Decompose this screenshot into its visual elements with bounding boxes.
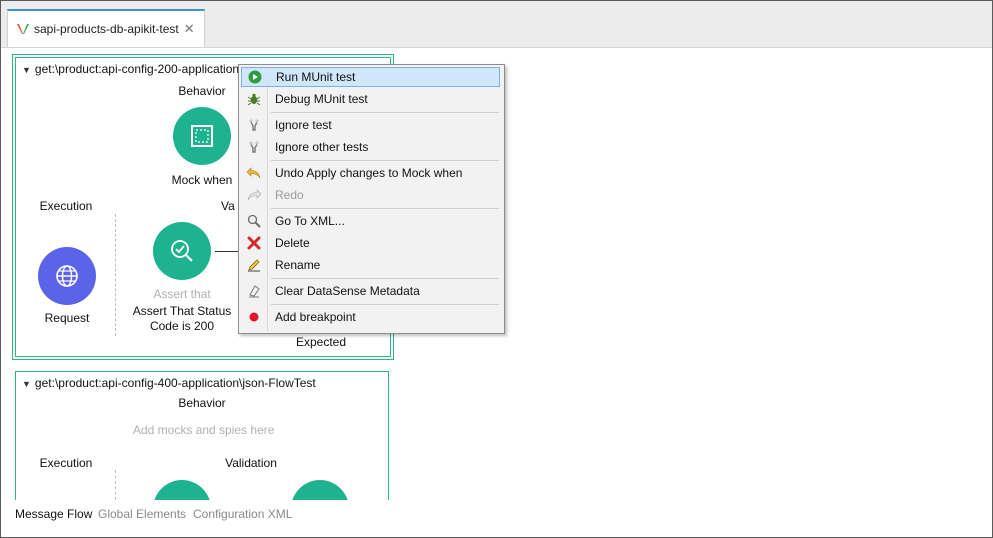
menu-item-label: Ignore test [275,118,332,132]
menu-item-run-munit-test[interactable]: Run MUnit test [241,67,500,87]
breakpoint-icon [249,312,259,322]
editor-bottom-tabs: Message Flow Global Elements Configurati… [1,500,992,536]
menu-item-label: Add breakpoint [275,310,356,324]
execution-label: Execution [39,199,93,213]
tab-global-elements[interactable]: Global Elements [98,507,186,521]
play-icon [248,70,262,84]
context-menu: Run MUnit test Debug MUnit test Ignore t… [238,64,505,334]
menu-item-ignore-test[interactable]: Ignore test [241,115,500,135]
execution-label: Execution [39,456,93,470]
menu-item-label: Clear DataSense Metadata [275,284,420,298]
editor-tab-bar: sapi-products-db-apikit-test ✕ [1,1,992,48]
tab-configuration-xml[interactable]: Configuration XML [193,507,292,521]
assert-that-label-line2: Code is 200 [149,319,215,333]
magnifier-icon [247,214,261,228]
menu-item-debug-munit-test[interactable]: Debug MUnit test [241,89,500,109]
assert-magnifier-icon [171,240,193,262]
close-icon[interactable]: ✕ [184,21,195,37]
collapse-triangle-icon[interactable]: ▼ [22,379,31,389]
request-label: Request [44,311,90,325]
undo-icon [246,167,261,179]
menu-item-clear-datasense[interactable]: Clear DataSense Metadata [241,281,500,301]
delete-icon [247,236,261,250]
editor-tab[interactable]: sapi-products-db-apikit-test ✕ [7,9,205,47]
menu-separator [271,160,499,161]
menu-item-add-breakpoint[interactable]: Add breakpoint [241,307,500,327]
eraser-icon [249,285,260,298]
assert-that-sublabel: Assert that [153,287,211,301]
rename-icon [248,259,260,272]
test-title[interactable]: ▼ get:\product:api-config-400-application… [22,376,316,390]
menu-item-rename[interactable]: Rename [241,255,500,275]
menu-item-label: Undo Apply changes to Mock when [275,166,463,180]
ignore-icon [249,119,259,131]
menu-separator [271,278,499,279]
bug-icon [247,93,261,106]
expected-label: Expected [295,335,347,349]
section-divider [115,214,116,336]
menu-item-delete[interactable]: Delete [241,233,500,253]
redo-icon [247,189,262,201]
menu-item-label: Ignore other tests [275,140,369,154]
menu-separator [271,304,499,305]
mock-when-icon [191,125,213,147]
tab-message-flow[interactable]: Message Flow [15,507,92,521]
menu-item-label: Delete [275,236,310,250]
request-node[interactable] [38,247,96,305]
behavior-label: Behavior [178,84,226,98]
ignore-icon [249,141,259,153]
menu-item-undo[interactable]: Undo Apply changes to Mock when [241,163,500,183]
section-divider [115,470,116,500]
behavior-label: Behavior [178,396,226,410]
menu-item-label: Redo [275,188,304,202]
menu-item-label: Debug MUnit test [275,92,368,106]
test-container-400[interactable]: ▼ get:\product:api-config-400-application… [15,371,389,509]
menu-separator [271,208,499,209]
menu-item-ignore-other-tests[interactable]: Ignore other tests [241,137,500,157]
menu-item-label: Run MUnit test [276,70,356,84]
menu-item-label: Rename [275,258,321,272]
mule-logo-icon [17,24,29,34]
editor-tab-label: sapi-products-db-apikit-test [34,22,179,36]
menu-item-redo[interactable]: Redo [241,185,500,205]
menu-separator [271,112,499,113]
mock-when-label: Mock when [171,173,233,187]
mocks-placeholder: Add mocks and spies here [133,423,275,437]
assert-that-node[interactable] [153,222,211,280]
validation-label: Validation [225,456,277,470]
http-request-icon [56,265,78,287]
collapse-triangle-icon[interactable]: ▼ [22,65,31,75]
menu-item-go-to-xml[interactable]: Go To XML... [241,211,500,231]
assert-that-label-line1: Assert That Status [132,304,232,318]
mock-when-node[interactable] [173,107,231,165]
menu-item-label: Go To XML... [275,214,345,228]
